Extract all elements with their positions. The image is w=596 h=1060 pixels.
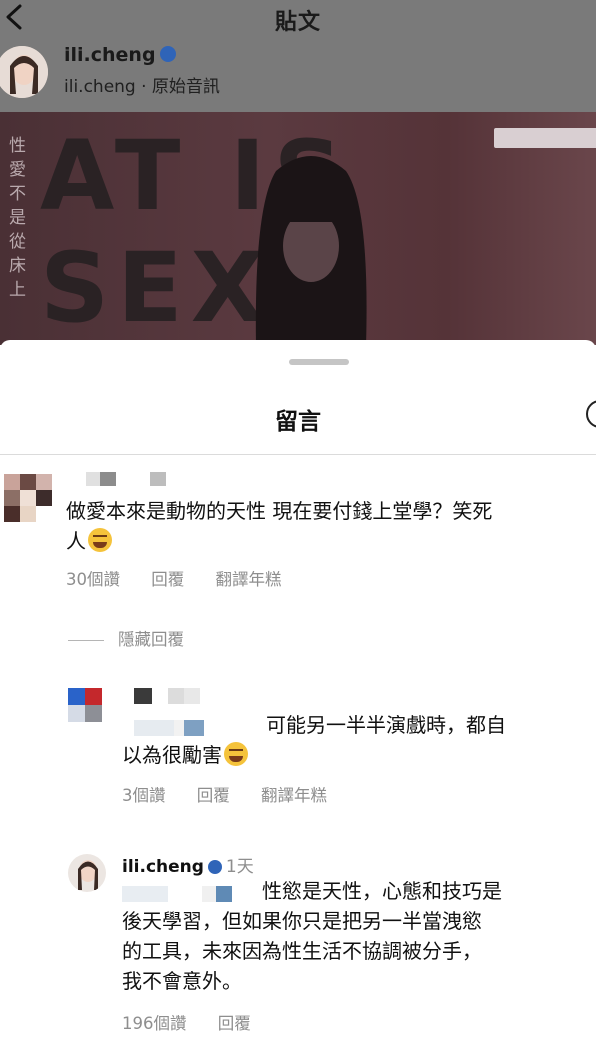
- post-background: 貼文 ili.cheng ili.cheng · 原始音訊 AT IS SEX!…: [0, 0, 596, 345]
- top-navbar: 貼文: [0, 0, 596, 44]
- reply-text-line1: 可能另一半半演戲時，都自: [266, 713, 506, 737]
- author-reply-line3: 的工具，未來因為性生活不協調被分手，: [122, 939, 482, 963]
- post-author[interactable]: ili.cheng ili.cheng · 原始音訊: [0, 44, 596, 112]
- likes-count[interactable]: 30個讚: [66, 570, 120, 589]
- replier-avatar-pixelated[interactable]: [68, 688, 102, 722]
- reply-text-line2: 以為很勵害: [122, 740, 582, 770]
- verified-badge-icon: [207, 860, 222, 874]
- drag-handle[interactable]: [289, 359, 349, 365]
- author-reply-line1: 性慾是天性，心態和技巧是: [262, 879, 502, 903]
- reply-button[interactable]: 回覆: [151, 570, 184, 589]
- author-reply-username[interactable]: ili.cheng 1天: [122, 852, 254, 877]
- translate-button[interactable]: 翻譯年糕: [261, 786, 327, 805]
- author-reply-actions: 196個讚 回覆: [122, 1010, 277, 1034]
- verified-badge-icon: [159, 45, 176, 62]
- post-media[interactable]: AT IS SEX! 性愛不是從床上: [0, 112, 596, 345]
- hide-replies-toggle[interactable]: 隱藏回覆: [68, 626, 184, 650]
- audio-label[interactable]: ili.cheng · 原始音訊: [64, 72, 220, 97]
- sweat-smile-emoji-icon: [224, 742, 248, 766]
- author-reply-avatar[interactable]: [68, 854, 106, 892]
- media-watermark-logo: [494, 128, 596, 148]
- commenter-avatar-pixelated[interactable]: [4, 474, 54, 524]
- translate-button[interactable]: 翻譯年糕: [216, 570, 282, 589]
- divider: [0, 454, 596, 455]
- author-username[interactable]: ili.cheng: [64, 44, 176, 66]
- media-figure: [246, 146, 376, 345]
- reply-actions: 3個讚 回覆 翻譯年糕: [122, 782, 353, 806]
- likes-count[interactable]: 196個讚: [122, 1014, 187, 1033]
- sheet-title: 留言: [275, 409, 321, 435]
- reply-button[interactable]: 回覆: [197, 786, 230, 805]
- comment-text: 做愛本來是動物的天性 現在要付錢上堂學？笑死 人: [66, 499, 493, 553]
- author-reply-line4: 我不會意外。: [122, 969, 242, 993]
- likes-count[interactable]: 3個讚: [122, 786, 166, 805]
- reply-button[interactable]: 回覆: [218, 1014, 251, 1033]
- comments-sheet: 留言 做愛本來是動物的天性 現在要付錢上堂學？笑死 人 30個讚 回覆 翻譯年糕: [0, 340, 596, 1060]
- vertical-caption: 性愛不是從床上: [9, 136, 26, 300]
- hide-replies-line: [68, 640, 104, 641]
- author-avatar[interactable]: [0, 46, 48, 98]
- reply-time: 1天: [225, 857, 254, 877]
- comment-actions: 30個讚 回覆 翻譯年糕: [66, 566, 308, 590]
- laughing-emoji-icon: [88, 528, 112, 552]
- author-reply-line2: 後天學習，但如果你只是把另一半當洩慾: [122, 909, 482, 933]
- page-title: 貼文: [274, 10, 321, 35]
